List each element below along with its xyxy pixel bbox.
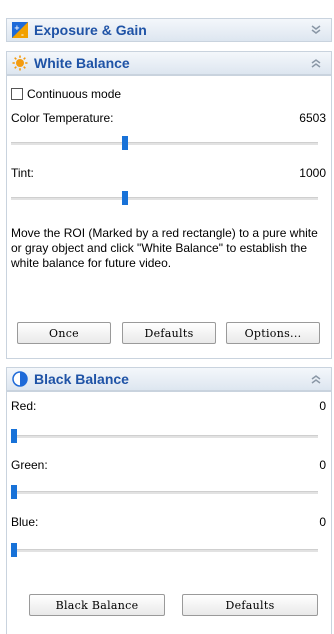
slider-thumb[interactable] [122, 136, 128, 150]
slider-track [11, 142, 318, 145]
sun-icon [12, 55, 28, 71]
blue-slider[interactable] [11, 543, 318, 557]
red-value: 0 [319, 399, 326, 413]
red-slider[interactable] [11, 429, 318, 443]
green-slider[interactable] [11, 485, 318, 499]
black-balance-button[interactable]: Black Balance [29, 594, 165, 616]
slider-thumb[interactable] [11, 543, 17, 557]
chevron-up-icon[interactable] [309, 56, 323, 70]
tint-value: 1000 [299, 166, 326, 180]
green-value: 0 [319, 458, 326, 472]
black-balance-title: Black Balance [34, 371, 129, 387]
slider-track [11, 435, 318, 438]
exposure-icon: + - [12, 22, 28, 38]
blue-label: Blue: [11, 515, 39, 529]
color-temperature-value: 6503 [299, 111, 326, 125]
exposure-gain-header[interactable]: + - Exposure & Gain [6, 18, 332, 42]
slider-thumb[interactable] [122, 191, 128, 205]
white-balance-title: White Balance [34, 55, 130, 71]
green-label: Green: [11, 458, 48, 472]
svg-text:+: + [14, 24, 20, 32]
white-balance-header[interactable]: White Balance [6, 51, 332, 75]
slider-track [11, 549, 318, 552]
tint-label: Tint: [11, 166, 34, 180]
slider-thumb[interactable] [11, 485, 17, 499]
blue-value: 0 [319, 515, 326, 529]
slider-track [11, 197, 318, 200]
black-balance-header[interactable]: Black Balance [6, 367, 332, 391]
once-button[interactable]: Once [17, 322, 111, 344]
chevron-down-icon[interactable] [309, 23, 323, 37]
tint-slider[interactable] [11, 191, 318, 205]
slider-thumb[interactable] [11, 429, 17, 443]
color-temperature-slider[interactable] [11, 136, 318, 150]
white-defaults-button[interactable]: Defaults [122, 322, 216, 344]
svg-text:-: - [21, 31, 24, 38]
black-defaults-button[interactable]: Defaults [182, 594, 318, 616]
red-label: Red: [11, 399, 37, 413]
chevron-up-icon[interactable] [309, 372, 323, 386]
continuous-mode-row[interactable]: Continuous mode [11, 87, 121, 101]
continuous-mode-label: Continuous mode [27, 87, 122, 101]
continuous-mode-checkbox[interactable] [11, 88, 23, 100]
half-circle-icon [12, 371, 28, 387]
options-button[interactable]: Options... [226, 322, 320, 344]
white-balance-description: Move the ROI (Marked by a red rectangle)… [11, 226, 318, 270]
color-temperature-label: Color Temperature: [11, 111, 114, 125]
slider-track [11, 491, 318, 494]
exposure-gain-title: Exposure & Gain [34, 22, 147, 38]
